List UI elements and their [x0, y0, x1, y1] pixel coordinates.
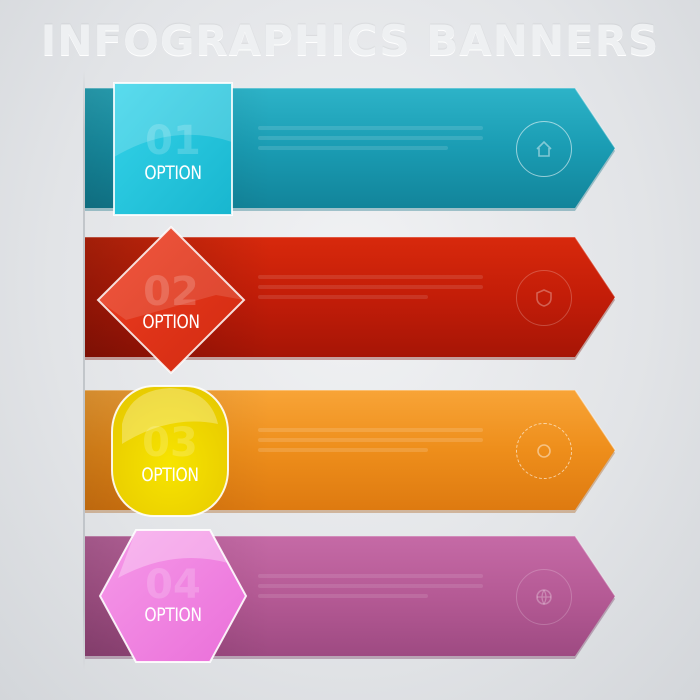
placeholder-text-3	[258, 428, 483, 458]
option-label-1: OPTION	[144, 162, 202, 184]
option-number-2: 02	[143, 269, 199, 315]
option-badge-1[interactable]: 01 OPTION	[113, 82, 233, 216]
option-number-3: 03	[142, 420, 198, 466]
home-icon[interactable]	[516, 121, 572, 177]
option-row-3[interactable]: 03 OPTION	[0, 385, 700, 520]
option-number-4: 04	[145, 562, 201, 608]
target-icon[interactable]	[516, 423, 572, 479]
placeholder-text-4	[258, 574, 483, 604]
option-badge-2[interactable]: 02 OPTION	[96, 225, 246, 375]
shield-icon[interactable]	[516, 270, 572, 326]
globe-icon[interactable]	[516, 569, 572, 625]
option-label-3: OPTION	[141, 464, 199, 486]
option-label-4: OPTION	[144, 604, 202, 626]
option-row-1[interactable]: 01 OPTION	[0, 82, 700, 218]
option-row-2[interactable]: 02 OPTION	[0, 225, 700, 375]
page-title: INFOGRAPHICS BANNERS	[40, 16, 660, 65]
option-badge-4[interactable]: 04 OPTION	[98, 528, 248, 664]
option-row-4[interactable]: 04 OPTION	[0, 529, 700, 666]
option-number-1: 01	[145, 118, 201, 164]
placeholder-text-2	[258, 275, 483, 305]
option-label-2: OPTION	[142, 311, 200, 333]
placeholder-text-1	[258, 126, 483, 156]
option-badge-3[interactable]: 03 OPTION	[110, 384, 230, 518]
